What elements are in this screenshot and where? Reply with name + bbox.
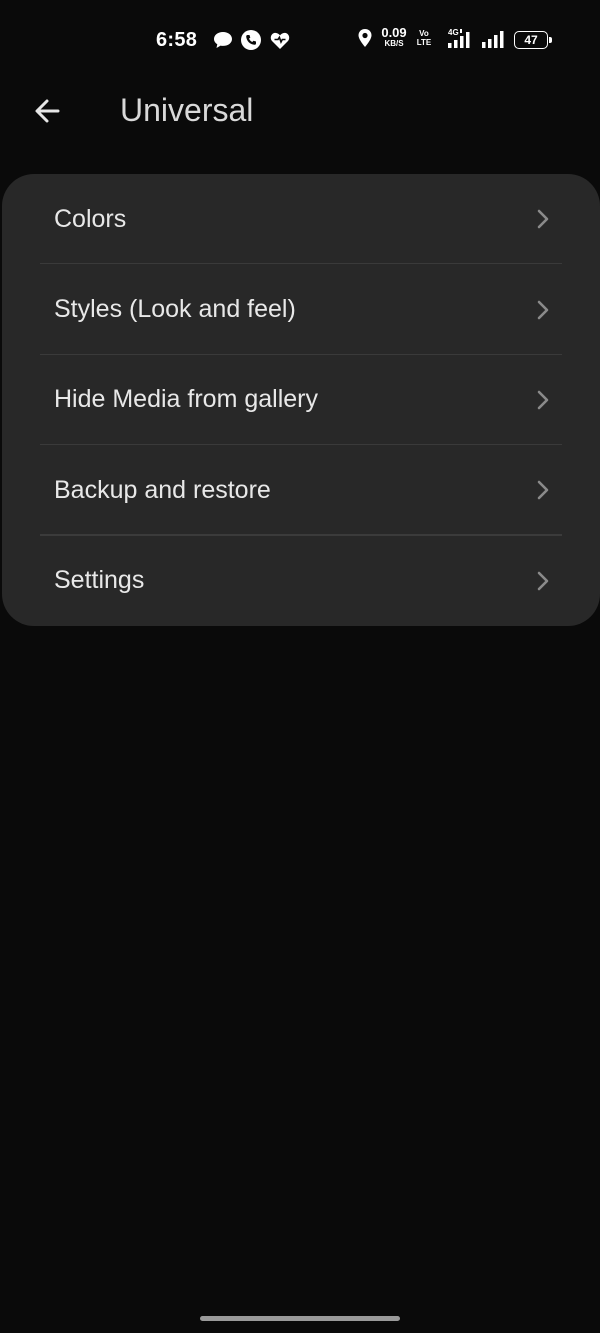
chevron-right-icon	[536, 209, 550, 229]
menu-item-styles[interactable]: Styles (Look and feel)	[2, 264, 600, 355]
menu-card: Colors Styles (Look and feel) Hide Media…	[2, 174, 600, 626]
menu-item-colors[interactable]: Colors	[2, 174, 600, 265]
menu-item-label: Backup and restore	[54, 475, 271, 504]
battery-icon: 47	[514, 31, 552, 49]
net-speed-unit: KB/S	[384, 39, 404, 48]
menu-item-hide-media[interactable]: Hide Media from gallery	[2, 355, 600, 446]
menu-item-label: Hide Media from gallery	[54, 385, 318, 414]
screen: 6:58 0.09 KB/S Vo LTE 4G 47 Universal Co…	[0, 0, 600, 1333]
arrow-left-icon	[35, 99, 60, 123]
volte-indicator: Vo LTE	[413, 29, 435, 47]
page-title: Universal	[120, 92, 254, 128]
app-bar: Universal	[0, 80, 600, 140]
menu-item-settings[interactable]: Settings	[2, 536, 600, 626]
back-button[interactable]	[26, 90, 68, 132]
volte-line2: LTE	[416, 38, 432, 47]
menu-item-label: Colors	[54, 204, 127, 233]
volte-line1: Vo	[419, 29, 429, 38]
net-speed-value: 0.09	[381, 25, 407, 40]
location-icon	[356, 26, 374, 54]
chevron-right-icon	[536, 480, 550, 500]
signal-bars-icon	[480, 26, 508, 54]
menu-item-label: Styles (Look and feel)	[54, 295, 296, 324]
menu-item-label: Settings	[54, 566, 145, 595]
menu-item-backup[interactable]: Backup and restore	[2, 445, 600, 536]
chevron-right-icon	[536, 300, 550, 320]
net-speed: 0.09 KB/S	[379, 25, 409, 49]
home-indicator[interactable]	[200, 1316, 400, 1321]
svg-text:4G: 4G	[448, 28, 459, 37]
heart-app-icon	[269, 29, 293, 51]
chevron-right-icon	[536, 571, 550, 591]
chevron-right-icon	[536, 390, 550, 410]
status-bar: 6:58 0.09 KB/S Vo LTE 4G 47	[0, 0, 600, 80]
phone-call-icon	[240, 29, 264, 51]
signal-4g-icon: 4G	[446, 26, 474, 54]
battery-level: 47	[524, 33, 538, 47]
chat-bubble-icon	[212, 29, 236, 51]
status-time: 6:58	[156, 29, 198, 51]
